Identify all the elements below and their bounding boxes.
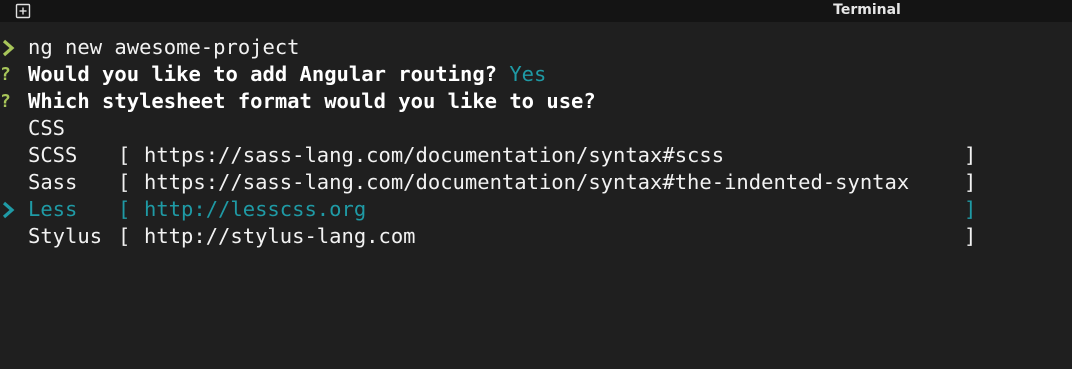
option-name: Stylus bbox=[28, 224, 103, 248]
window-title: Terminal bbox=[833, 2, 901, 18]
option-sass[interactable]: Sass [ https://sass-lang.com/documentati… bbox=[0, 169, 1072, 196]
command-line: ng new awesome-project bbox=[0, 34, 1072, 61]
option-less[interactable]: Less [ http://lesscss.org ] bbox=[0, 196, 1072, 223]
open-bracket: [ bbox=[118, 224, 131, 248]
open-bracket: [ bbox=[118, 170, 131, 194]
close-bracket: ] bbox=[964, 224, 977, 248]
close-bracket: ] bbox=[964, 143, 977, 167]
option-name: Less bbox=[28, 197, 78, 221]
close-bracket: ] bbox=[964, 170, 977, 194]
terminal-window: Terminal ng new awesome-project ? Would … bbox=[0, 0, 1072, 369]
routing-question: Would you like to add Angular routing? bbox=[28, 62, 497, 86]
option-url: https://sass-lang.com/documentation/synt… bbox=[144, 170, 910, 194]
question-mark-icon: ? bbox=[0, 91, 11, 112]
open-bracket: [ bbox=[118, 197, 131, 221]
option-name: SCSS bbox=[28, 143, 78, 167]
option-url: http://lesscss.org bbox=[144, 197, 367, 221]
routing-question-line: ? Would you like to add Angular routing?… bbox=[0, 61, 1072, 88]
prompt-chevron-icon bbox=[2, 39, 15, 57]
option-url: http://stylus-lang.com bbox=[144, 224, 416, 248]
routing-answer: Yes bbox=[509, 62, 547, 86]
command-text: ng new awesome-project bbox=[28, 35, 300, 59]
option-name: CSS bbox=[28, 116, 66, 140]
selection-chevron-icon bbox=[2, 201, 15, 219]
option-css[interactable]: CSS bbox=[0, 115, 1072, 142]
option-url: https://sass-lang.com/documentation/synt… bbox=[144, 143, 725, 167]
option-scss[interactable]: SCSS [ https://sass-lang.com/documentati… bbox=[0, 142, 1072, 169]
stylesheet-question: Which stylesheet format would you like t… bbox=[28, 89, 596, 113]
title-bar: Terminal bbox=[0, 0, 1072, 22]
open-bracket: [ bbox=[118, 143, 131, 167]
option-name: Sass bbox=[28, 170, 78, 194]
close-bracket: ] bbox=[964, 197, 977, 221]
terminal-output[interactable]: ng new awesome-project ? Would you like … bbox=[0, 34, 1072, 250]
option-stylus[interactable]: Stylus [ http://stylus-lang.com ] bbox=[0, 223, 1072, 250]
question-mark-icon: ? bbox=[0, 64, 11, 85]
stylesheet-question-line: ? Which stylesheet format would you like… bbox=[0, 88, 1072, 115]
